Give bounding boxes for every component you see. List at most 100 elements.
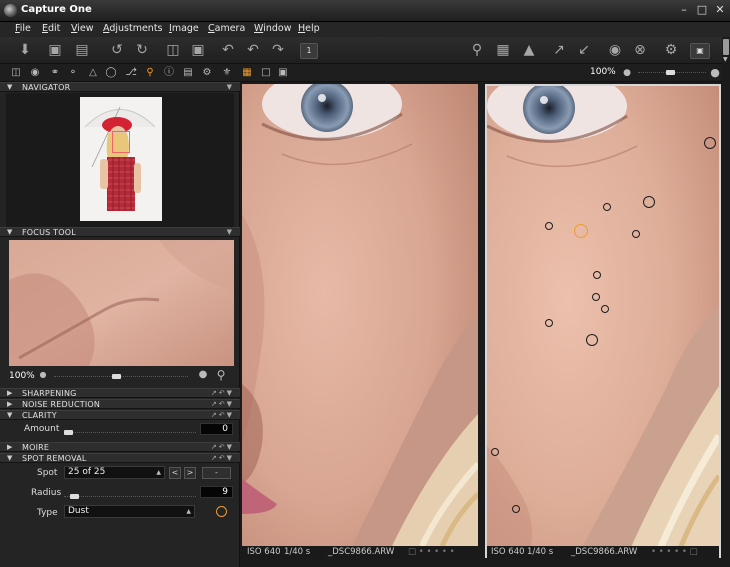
spot-select[interactable]: 25 of 25 ▲ [64, 466, 165, 479]
scrollbar-thumb[interactable] [723, 39, 729, 55]
next-spot-button[interactable]: > [184, 467, 196, 479]
vertical-scrollbar[interactable]: ▼ [722, 37, 730, 567]
crop-tab-icon[interactable]: ⎇ [124, 66, 138, 80]
spot-marker[interactable] [632, 230, 640, 238]
close-button[interactable]: ✕ [712, 3, 728, 18]
panel-controls-icon[interactable]: ↗↶▼ [211, 389, 234, 398]
menu-view[interactable]: View [71, 23, 94, 34]
capture-icon[interactable]: ▣ [690, 43, 710, 59]
panel-controls-icon[interactable]: ↗↶▼ [211, 443, 234, 452]
spot-marker[interactable] [704, 137, 716, 149]
undo-icon[interactable]: ↶ [243, 41, 263, 60]
viewer-right[interactable] [485, 84, 721, 558]
clarity-header[interactable]: ▼ CLARITY ↗↶▼ [0, 410, 240, 420]
clarity-amount-value[interactable]: 0 [200, 423, 233, 435]
spot-marker[interactable] [586, 334, 598, 346]
spot-marker[interactable] [545, 319, 553, 327]
folder-icon[interactable]: ◫ [163, 41, 183, 60]
spot-marker[interactable] [512, 505, 520, 513]
adjust-tab-icon[interactable]: ⚜ [220, 66, 234, 80]
import-icon[interactable]: ⬇ [15, 41, 35, 60]
minimize-button[interactable]: – [676, 3, 692, 18]
pick-icon[interactable]: ↙ [574, 41, 594, 60]
cursor-icon[interactable]: ↗ [549, 41, 569, 60]
radius-value[interactable]: 9 [200, 486, 233, 498]
panel-menu-icon[interactable]: ▼ [227, 228, 234, 237]
small-thumb-icon[interactable]: ● [620, 66, 634, 80]
capture-tab-icon[interactable]: ◉ [28, 66, 42, 80]
spot-marker[interactable] [593, 271, 601, 279]
grid-icon[interactable]: ▦ [493, 41, 513, 60]
warning-icon[interactable]: ▲ [519, 41, 539, 60]
clarity-amount-handle[interactable] [64, 430, 73, 435]
settings-icon[interactable]: ⚙ [661, 41, 681, 60]
navigator-thumbnail[interactable] [80, 97, 162, 221]
focus-preview[interactable] [9, 240, 234, 366]
exposure-tab-icon[interactable]: △ [86, 66, 100, 80]
library-tab-icon[interactable]: ◫ [9, 66, 23, 80]
focus-zoom-handle[interactable] [112, 374, 121, 379]
spot-marker[interactable] [545, 222, 553, 230]
focus-loupe-icon[interactable]: ⚲ [214, 368, 228, 382]
focus-tab-icon[interactable]: ⚲ [143, 66, 157, 80]
panel-controls-icon[interactable]: ↗↶▼ [211, 400, 234, 409]
trash-icon[interactable]: ▣ [188, 41, 208, 60]
clarity-amount-slider[interactable] [64, 432, 196, 435]
color-tab-icon[interactable]: ⚬ [66, 66, 80, 80]
metadata-tab-icon[interactable]: ▤ [181, 66, 195, 80]
thumb-size-handle[interactable] [666, 70, 675, 75]
focus-small-icon[interactable]: ● [36, 368, 50, 382]
rating-dots[interactable]: □ • • • • • [408, 547, 455, 557]
spot-marker-active[interactable] [574, 224, 588, 238]
spot-marker[interactable] [491, 448, 499, 456]
menu-file[interactable]: File [15, 23, 31, 34]
menu-help[interactable]: Help [298, 23, 320, 34]
detail-tab-icon[interactable]: ◯ [104, 66, 118, 80]
single-frame-icon[interactable]: □ [259, 66, 273, 80]
lens-tab-icon[interactable]: ⚭ [48, 66, 62, 80]
menu-image[interactable]: Image [169, 23, 199, 34]
compare-icon[interactable]: ▤ [72, 41, 92, 60]
moire-header[interactable]: ▶ MOIRE ↗↶▼ [0, 442, 240, 452]
navigator-viewport-frame[interactable] [112, 131, 130, 153]
focus-zoom-slider[interactable] [54, 376, 188, 379]
menu-window[interactable]: Window [254, 23, 291, 34]
focus-large-icon[interactable]: ● [196, 368, 210, 382]
grid-view-icon[interactable]: ▦ [240, 66, 254, 80]
cancel-icon[interactable]: ⊗ [630, 41, 650, 60]
maximize-button[interactable]: □ [694, 3, 710, 18]
settings-tab-icon[interactable]: ⚙ [200, 66, 214, 80]
radius-slider[interactable] [64, 496, 196, 499]
type-select[interactable]: Dust ▲ [64, 505, 195, 518]
menu-edit[interactable]: Edit [42, 23, 60, 34]
rotate-right-icon[interactable]: ↻ [132, 41, 152, 60]
panel-controls-icon[interactable]: ↗↶▼ [211, 411, 234, 420]
filmstrip-icon[interactable]: ▣ [276, 66, 290, 80]
spot-marker[interactable] [603, 203, 611, 211]
spot-removal-header[interactable]: ▼ SPOT REMOVAL ↗↶▼ [0, 453, 240, 463]
undo-all-icon[interactable]: ↶ [218, 41, 238, 60]
radius-handle[interactable] [70, 494, 80, 499]
navigator-header[interactable]: ▼ NAVIGATOR ▼ [0, 82, 240, 92]
sharpening-header[interactable]: ▶ SHARPENING ↗↶▼ [0, 388, 240, 398]
scroll-down-icon[interactable]: ▼ [723, 57, 729, 63]
viewer-left[interactable] [242, 84, 478, 546]
remove-spot-button[interactable]: - [202, 467, 231, 479]
panel-controls-icon[interactable]: ↗↶▼ [211, 454, 234, 463]
rating-dots[interactable]: • • • • • □ [651, 547, 698, 557]
redo-icon[interactable]: ↷ [268, 41, 288, 60]
info-tab-icon[interactable]: ⓘ [162, 66, 176, 80]
spot-marker[interactable] [592, 293, 600, 301]
single-view-icon[interactable]: 1 [300, 43, 318, 59]
fit-icon[interactable]: ▣ [45, 41, 65, 60]
loupe-icon[interactable]: ⚲ [467, 41, 487, 60]
noise-reduction-header[interactable]: ▶ NOISE REDUCTION ↗↶▼ [0, 399, 240, 409]
camera-icon[interactable]: ◉ [605, 41, 625, 60]
spot-cursor-icon[interactable] [216, 506, 227, 517]
panel-menu-icon[interactable]: ▼ [227, 83, 234, 92]
large-thumb-icon[interactable]: ● [708, 66, 722, 80]
focus-tool-header[interactable]: ▼ FOCUS TOOL ▼ [0, 227, 240, 237]
previous-spot-button[interactable]: < [169, 467, 181, 479]
spot-marker[interactable] [601, 305, 609, 313]
menu-adjustments[interactable]: Adjustments [103, 23, 163, 34]
